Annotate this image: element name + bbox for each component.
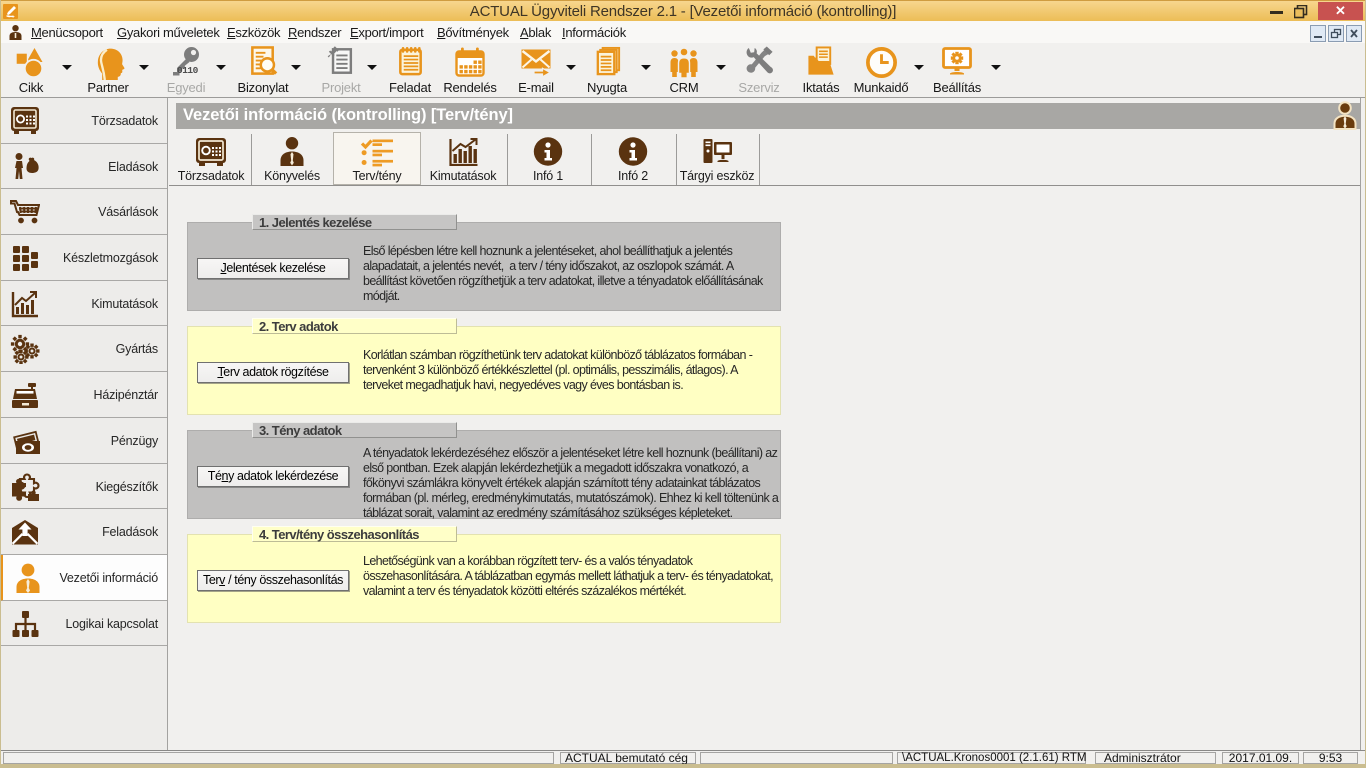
svg-text:0110: 0110 (177, 65, 199, 76)
